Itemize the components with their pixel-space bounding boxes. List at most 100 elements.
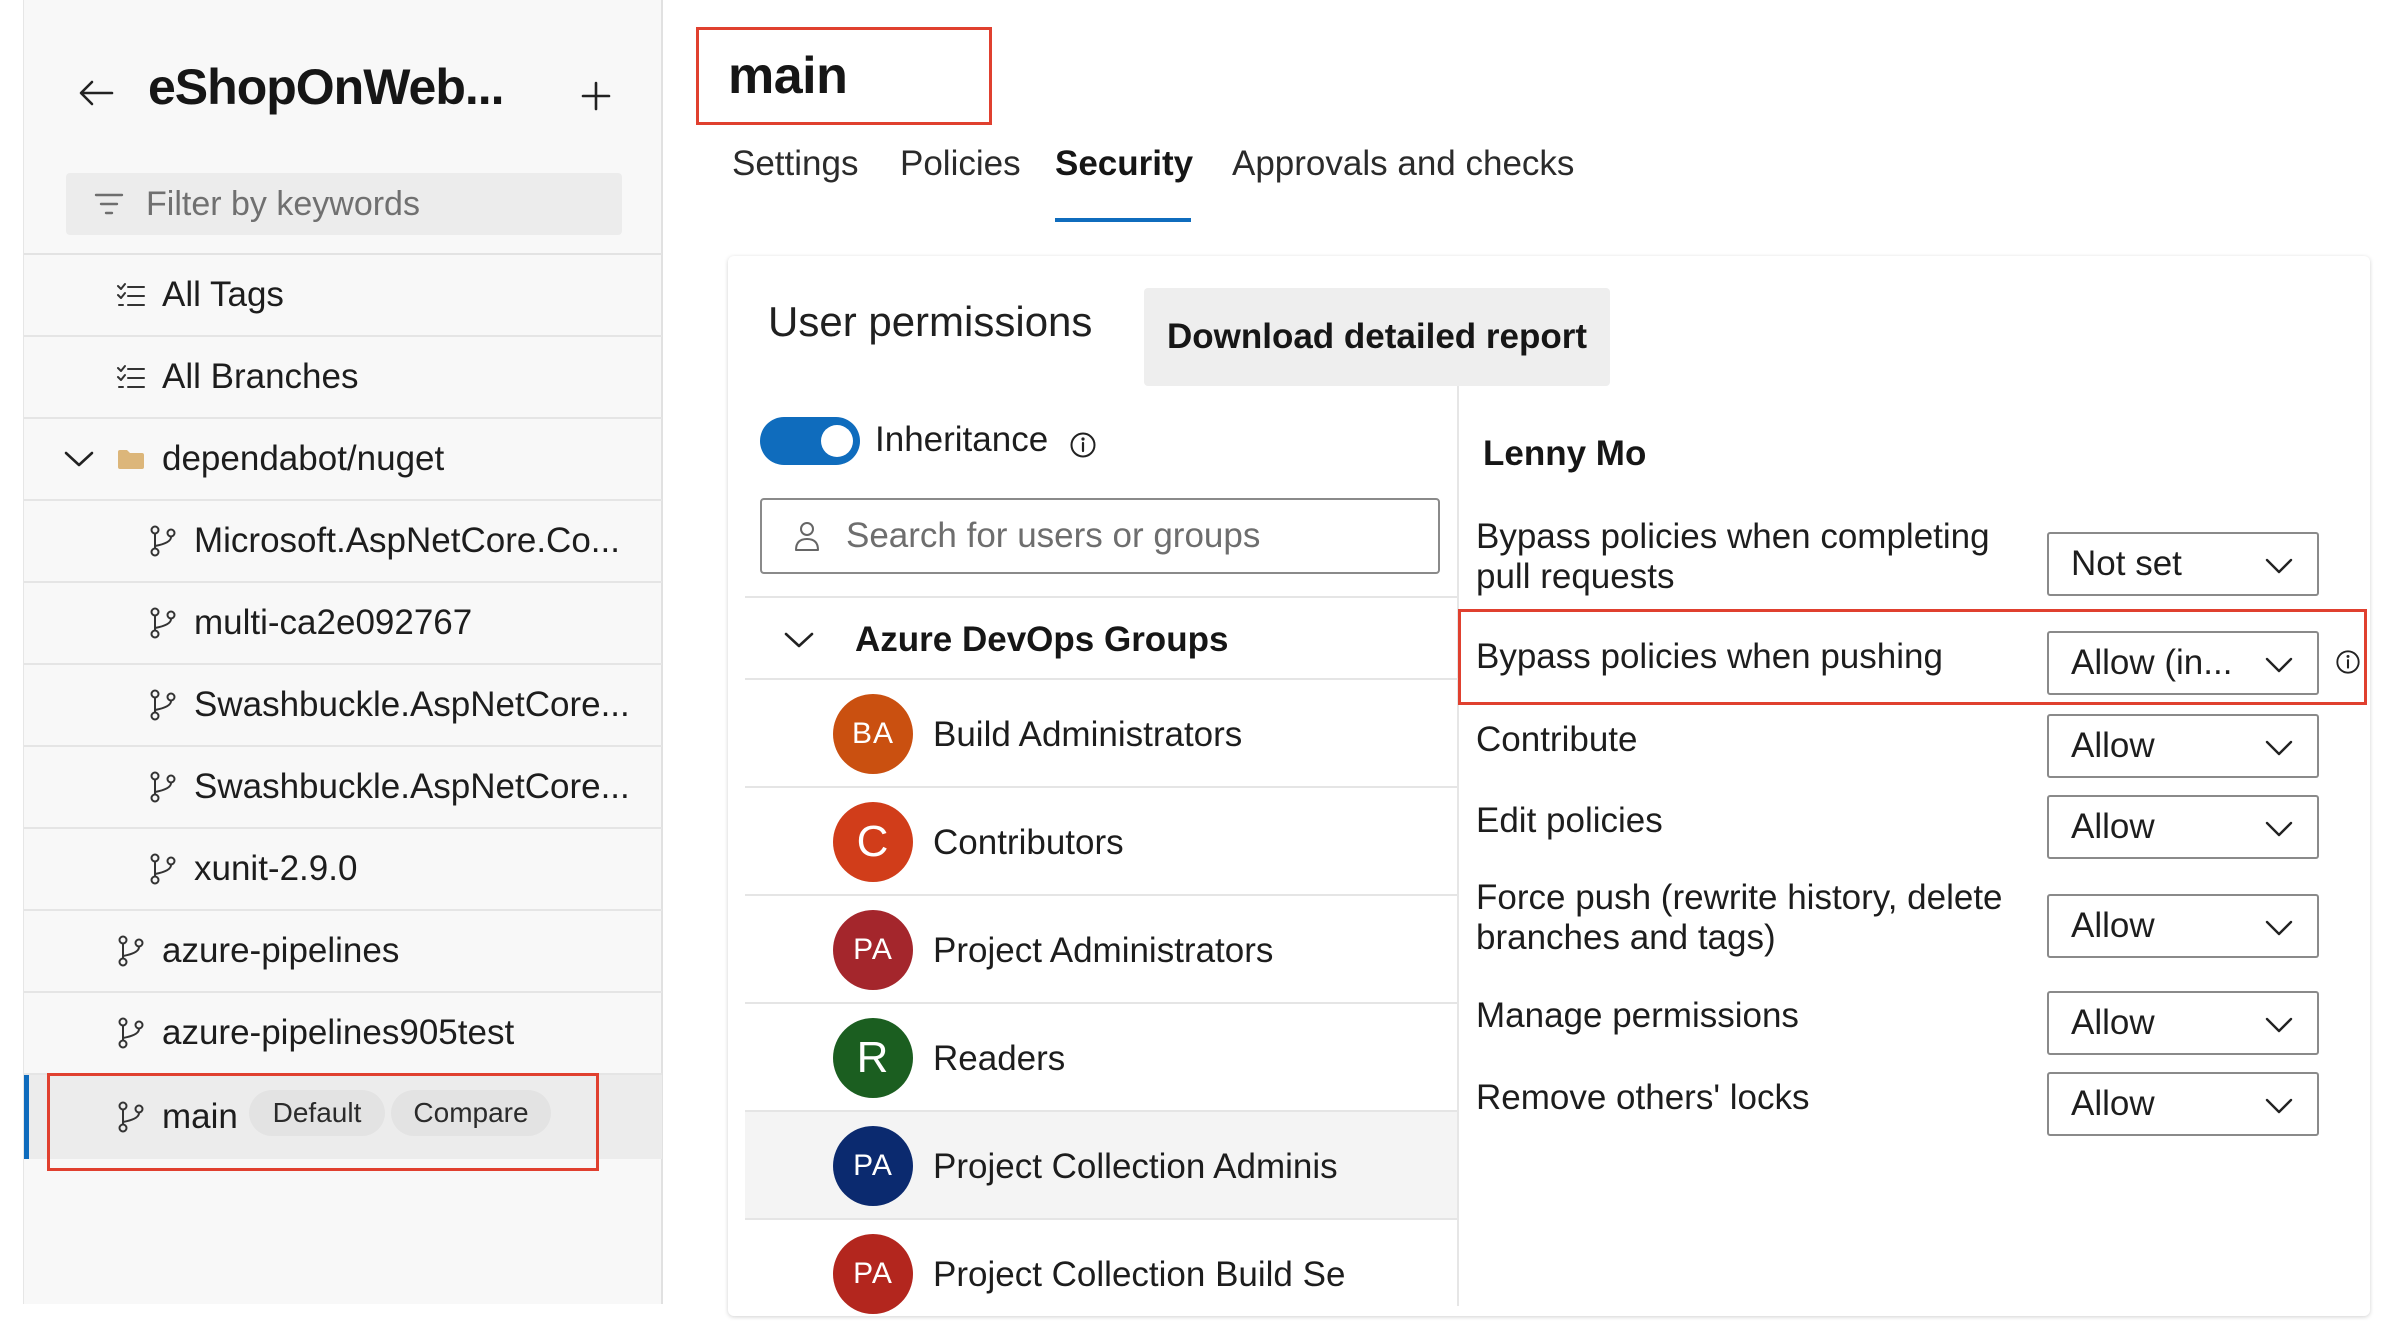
sidebar-item-label: multi-ca2e092767 <box>194 603 473 642</box>
person-icon <box>792 519 822 553</box>
sidebar-folder-dependabot-nuget[interactable]: dependabot/nuget <box>24 419 662 501</box>
permission-label-line1: Bypass policies when completing <box>1476 517 1990 556</box>
active-tab-indicator <box>1055 218 1191 222</box>
permission-select[interactable]: Allow <box>2047 894 2319 958</box>
permission-label-line2: branches and tags) <box>1476 918 1776 957</box>
selected-user-name: Lenny Mo <box>1483 434 1647 473</box>
member-row[interactable]: PA Project Collection Adminis <box>745 1112 1457 1220</box>
sidebar-branch-item[interactable]: multi-ca2e092767 <box>24 583 662 665</box>
highlight-box-bypass-pushing <box>1458 609 2367 705</box>
permission-label: Contribute <box>1476 720 1637 760</box>
tab-security[interactable]: Security <box>1055 144 1193 184</box>
branch-icon <box>146 606 180 640</box>
permission-select[interactable]: Not set <box>2047 532 2319 596</box>
add-icon[interactable] <box>576 76 616 116</box>
chevron-down-icon <box>2263 912 2295 944</box>
sidebar-item-label: Swashbuckle.AspNetCore... <box>194 767 630 806</box>
member-row[interactable]: BA Build Administrators <box>745 680 1457 788</box>
download-report-button[interactable]: Download detailed report <box>1144 288 1610 386</box>
branch-icon <box>146 524 180 558</box>
search-placeholder: Search for users or groups <box>846 516 1261 555</box>
sidebar-item-label: azure-pipelines905test <box>162 1013 515 1052</box>
member-name: Project Administrators <box>933 931 1274 970</box>
permission-label-line1: Force push (rewrite history, delete <box>1476 878 2003 917</box>
sidebar-item-label: xunit-2.9.0 <box>194 849 358 888</box>
list-icon <box>114 360 148 394</box>
permission-select[interactable]: Allow <box>2047 714 2319 778</box>
permission-label-line1: Manage permissions <box>1476 996 1799 1035</box>
inheritance-toggle[interactable] <box>760 417 860 465</box>
sidebar-item-label: All Tags <box>162 275 284 314</box>
tab-approvals-and-checks[interactable]: Approvals and checks <box>1232 144 1574 184</box>
group-header-label: Azure DevOps Groups <box>855 620 1229 659</box>
avatar: R <box>833 1018 913 1098</box>
sidebar-item-label: All Branches <box>162 357 359 396</box>
chevron-down-icon <box>2263 1009 2295 1041</box>
folder-icon <box>114 442 148 476</box>
tab-policies[interactable]: Policies <box>900 144 1021 184</box>
tab-settings[interactable]: Settings <box>732 144 858 184</box>
member-name: Project Collection Build Se <box>933 1255 1346 1294</box>
chevron-down-icon <box>2263 813 2295 845</box>
sidebar-item-all-tags[interactable]: All Tags <box>24 255 662 337</box>
panel-divider <box>1457 386 1459 1306</box>
back-arrow-icon[interactable] <box>76 76 116 110</box>
chevron-down-icon[interactable] <box>781 622 817 658</box>
branch-icon <box>146 852 180 886</box>
toggle-knob <box>821 425 853 457</box>
member-row[interactable]: C Contributors <box>745 788 1457 896</box>
user-permissions-heading: User permissions <box>768 298 1093 345</box>
sidebar-item-label: Swashbuckle.AspNetCore... <box>194 685 630 724</box>
permission-label-line1: Remove others' locks <box>1476 1078 1810 1117</box>
sidebar-branch-item[interactable]: azure-pipelines905test <box>24 993 662 1075</box>
permission-value: Allow <box>2071 807 2155 846</box>
group-header-azure-devops[interactable]: Azure DevOps Groups <box>745 596 1457 680</box>
member-name: Project Collection Adminis <box>933 1147 1338 1186</box>
info-icon[interactable] <box>1068 430 1098 460</box>
permission-value: Allow <box>2071 906 2155 945</box>
list-icon <box>114 278 148 312</box>
sidebar-branch-item[interactable]: Microsoft.AspNetCore.Co... <box>24 501 662 583</box>
member-name: Readers <box>933 1039 1066 1078</box>
member-name: Build Administrators <box>933 715 1243 754</box>
chevron-down-icon <box>2263 1090 2295 1122</box>
permission-select[interactable]: Allow <box>2047 795 2319 859</box>
avatar: PA <box>833 910 913 990</box>
sidebar-branch-item[interactable]: xunit-2.9.0 <box>24 829 662 911</box>
permission-value: Allow <box>2071 1084 2155 1123</box>
sidebar-item-label: dependabot/nuget <box>162 439 445 478</box>
permission-value: Allow <box>2071 726 2155 765</box>
member-row[interactable]: R Readers <box>745 1004 1457 1112</box>
permission-label: Bypass policies when completing pull req… <box>1476 517 1990 597</box>
sidebar-branch-item[interactable]: azure-pipelines <box>24 911 662 993</box>
highlight-box-branch-title <box>696 27 992 125</box>
member-name: Contributors <box>933 823 1124 862</box>
permission-value: Not set <box>2071 544 2182 583</box>
highlight-box-main-branch <box>47 1073 599 1171</box>
sidebar-branch-item[interactable]: Swashbuckle.AspNetCore... <box>24 665 662 747</box>
filter-input[interactable]: Filter by keywords <box>66 173 622 235</box>
permission-label: Force push (rewrite history, delete bran… <box>1476 878 2003 958</box>
permission-value: Allow <box>2071 1003 2155 1042</box>
chevron-down-icon <box>2263 732 2295 764</box>
permission-label-line1: Contribute <box>1476 720 1638 759</box>
sidebar-item-all-branches[interactable]: All Branches <box>24 337 662 419</box>
branch-icon <box>114 934 148 968</box>
avatar: PA <box>833 1234 913 1314</box>
chevron-down-icon[interactable] <box>62 442 96 476</box>
member-row[interactable]: PA Project Administrators <box>745 896 1457 1004</box>
sidebar-branch-item[interactable]: Swashbuckle.AspNetCore... <box>24 747 662 829</box>
inheritance-label: Inheritance <box>875 420 1049 459</box>
permission-select[interactable]: Allow <box>2047 991 2319 1055</box>
permission-label: Manage permissions <box>1476 996 1799 1036</box>
repo-title[interactable]: eShopOnWeb... <box>148 58 505 116</box>
member-row[interactable]: PA Project Collection Build Se <box>745 1220 1457 1328</box>
sidebar-item-label: Microsoft.AspNetCore.Co... <box>194 521 620 560</box>
permission-label: Edit policies <box>1476 801 1663 841</box>
filter-icon <box>92 187 126 221</box>
permission-select[interactable]: Allow <box>2047 1072 2319 1136</box>
branch-icon <box>146 688 180 722</box>
search-users-input[interactable]: Search for users or groups <box>760 498 1440 574</box>
chevron-down-icon <box>2263 550 2295 582</box>
branch-icon <box>114 1016 148 1050</box>
